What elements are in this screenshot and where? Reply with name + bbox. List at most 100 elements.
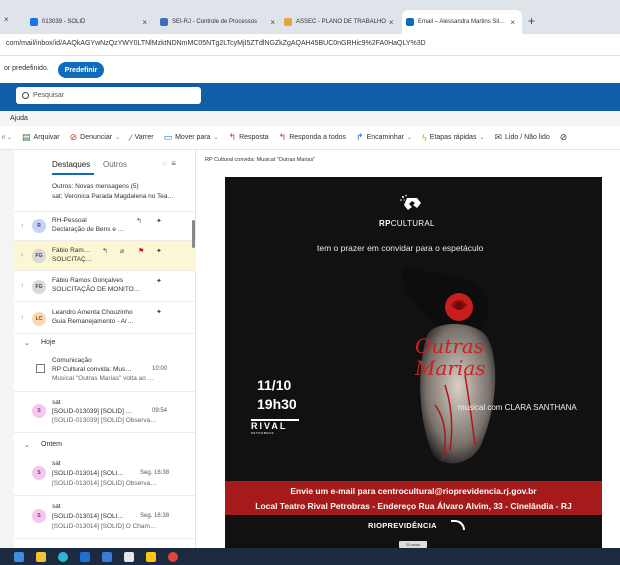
reply-all-button[interactable]: ↰ Responda a todos [279,132,346,143]
sweep-button[interactable]: ⁄ Varrer [130,133,153,143]
chevron-down-icon[interactable]: ⌄ [24,441,30,449]
musical-credit: musical com CLARA SANTHANA [458,403,577,412]
subject: Guia Remanejamento - Ar… [52,318,134,325]
browser-tab-email[interactable]: Email – Alessandra Martins Sil… × [402,10,522,34]
attachment-icon: ⌀ [120,248,125,255]
url-text[interactable]: com/mail/inbox/id/AAQkAGYwNzQzYWY0LTNlMz… [6,40,426,47]
report-button[interactable]: ⊘ Denunciar ⌄ [70,132,121,143]
tab-label: ASSEC - PLANO DE TRABALHO [296,19,386,25]
report-icon: ⊘ [69,132,78,142]
time: 09:54 [152,408,168,414]
list-item[interactable]: › FG Fábio Ram… SOLICITAÇ… ↰ ⌀ ⚑ ✦ [14,241,196,271]
list-item[interactable]: › R RH-Pessoal Declaração de Bens e … ↰ … [14,212,196,241]
tab-help[interactable]: Ajuda [10,115,28,122]
search-input[interactable]: Pesquisar [16,87,201,104]
browser-tab-sei[interactable]: SEI-RJ - Controle de Processos × [160,12,278,32]
quick-steps-icon: ϟ [421,132,427,143]
avatar: S [32,404,46,418]
sender: sat [52,503,61,510]
reading-pane: RP Cultural convida: Musical "Outras Mar… [197,150,620,548]
address-bar[interactable]: com/mail/inbox/id/AAQkAGYwNzQzYWY0LTNlMz… [0,34,620,56]
avatar: FG [32,280,46,294]
quick-steps-button[interactable]: ϟ Etapas rápidas ⌄ [422,133,485,143]
flag-icon[interactable]: ⚑ [138,247,144,255]
close-tab-icon[interactable]: × [267,18,278,27]
sender: sat [52,460,61,467]
chevron-right-icon[interactable]: › [21,314,23,321]
outlook-icon[interactable] [80,552,90,562]
tab-focused[interactable]: Destaques [52,160,90,169]
contact-email-text[interactable]: Envie um e-mail para centrocultural@riop… [225,486,602,496]
group-header-today[interactable]: ⌄ Hoje [14,336,196,350]
tab-favicon-icon [284,18,292,26]
tab-favicon-icon [406,18,414,26]
preview: [SOLID-013014] [SOLID] Observa… [52,480,157,487]
word-icon[interactable] [102,552,112,562]
close-tab-icon[interactable]: × [507,18,518,27]
pin-icon[interactable]: ✦ [156,247,162,255]
rp-cultural-text: RPCULTURAL [379,219,435,228]
list-item[interactable]: › FG Fábio Ramos Gonçalves SOLICITAÇÃO D… [14,271,196,302]
chevron-right-icon[interactable]: › [21,222,23,229]
pin-icon[interactable]: ✦ [156,308,162,316]
message-list: Destaques Outros ◌ ≡ Outros: Novas mensa… [14,150,196,548]
chevron-down-icon[interactable]: ⌄ [407,134,412,141]
start-icon[interactable] [14,552,24,562]
rp-cultural-logo [400,194,421,210]
calendar-icon[interactable] [124,552,134,562]
read-unread-icon: ✉ [494,132,503,142]
sender: sat [52,399,61,406]
close-tab-icon[interactable]: × [139,18,150,27]
reply-button[interactable]: ↰ Resposta [229,132,269,143]
filter-icon[interactable]: ≡ [171,159,176,168]
set-default-button[interactable]: Predefinir [58,62,104,78]
select-checkbox[interactable] [36,364,45,373]
avatar: R [32,219,46,233]
read-unread-button[interactable]: ✉ Lido / Não lido [494,132,549,143]
more-icon[interactable]: ⊘ [560,132,571,143]
sticky-icon[interactable] [146,552,156,562]
ribbon-overflow[interactable]: ir ⌄ [2,134,12,141]
reply-icon[interactable]: ↰ [136,217,142,225]
reply-all-label: Responda a todos [289,134,347,141]
list-item[interactable]: S sat [SOLID-013039] [SOLID] … 09:54 [SO… [14,393,196,433]
active-tab-indicator [52,173,94,175]
pin-icon[interactable]: ✦ [156,277,162,285]
list-scrollbar[interactable] [192,220,195,248]
browser-tab-solid[interactable]: 013039 - SOLID × [30,12,150,32]
chevron-down-icon[interactable]: ⌄ [214,134,219,141]
chevron-right-icon[interactable]: › [21,282,23,289]
search-placeholder: Pesquisar [33,92,65,99]
close-tab-icon[interactable]: × [386,18,396,27]
file-explorer-icon[interactable] [36,552,46,562]
list-options[interactable]: ◌ ≡ [162,159,176,168]
select-icon[interactable]: ◌ [162,159,167,168]
others-notice[interactable]: Outros: Novas mensagens (5) sat; Veronic… [14,176,196,212]
reply-icon[interactable]: ↰ [102,247,108,255]
move-to-button[interactable]: ▭ Mover para ⌄ [164,132,219,143]
rioprevidencia-logo: RIOPREVIDÊNCIA [368,521,437,530]
chrome-icon[interactable] [168,552,178,562]
list-item[interactable]: S sat [SOLID-013014] [SOLI… Seg. 16:38 [… [14,497,196,539]
list-item[interactable]: S sat [SOLID-013014] [SOLI… Seg. 16:38 [… [14,454,196,496]
edge-icon[interactable] [58,552,68,562]
archive-button[interactable]: ▤ Arquivar [22,132,60,143]
contact-band: Envie um e-mail para centrocultural@riop… [225,481,602,515]
preview: Musical "Outras Marias" volta ao … [52,375,155,382]
message-subject: RP Cultural convida: Musical "Outras Mar… [205,157,316,163]
forward-button[interactable]: ↱ Encaminhar ⌄ [356,132,412,143]
tab-other[interactable]: Outros [103,160,127,169]
group-header-yesterday[interactable]: ⌄ Ontem [14,438,196,452]
list-item[interactable]: Comunicação RP Cultural convida: Mus… 10… [14,352,196,392]
pin-icon[interactable]: ✦ [156,217,162,225]
avatar: S [32,509,46,523]
list-item[interactable]: › LC Leandro Amenta Chouzinho Guia Reman… [14,302,196,334]
chevron-right-icon[interactable]: › [21,252,23,259]
browser-tab-assec[interactable]: ASSEC - PLANO DE TRABALHO × [284,12,396,32]
chevron-down-icon[interactable]: ⌄ [479,134,484,141]
close-tab-icon[interactable]: × [4,15,9,24]
chevron-down-icon[interactable]: ⌄ [24,339,30,347]
chevron-down-icon[interactable]: ⌄ [115,134,120,141]
others-notice-title: Outros: Novas mensagens (5) [52,183,139,190]
new-tab-button[interactable]: + [528,14,535,28]
